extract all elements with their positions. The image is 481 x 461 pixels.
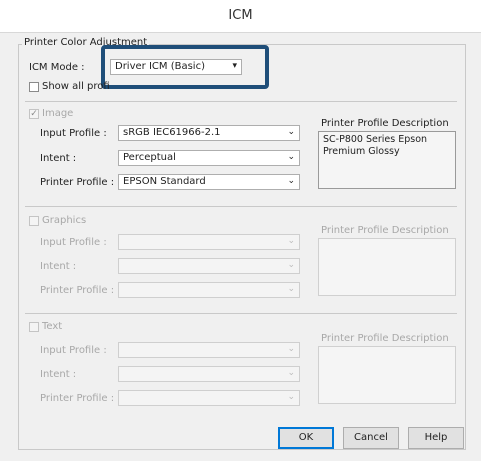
- divider: [25, 101, 457, 102]
- ok-button[interactable]: OK: [278, 427, 334, 449]
- text-checkbox[interactable]: [29, 322, 39, 332]
- graphics-intent-label: Intent :: [40, 261, 77, 272]
- chevron-down-icon: ▾: [232, 61, 237, 71]
- icm-mode-label: ICM Mode :: [29, 62, 85, 73]
- image-intent-select[interactable]: Perceptual ⌄: [118, 150, 300, 166]
- text-intent-label: Intent :: [40, 369, 77, 380]
- graphics-section-label: Graphics: [42, 215, 87, 226]
- image-profile-description-text: SC-P800 Series Epson Premium Glossy: [323, 134, 428, 157]
- printer-color-adjustment-label: Printer Color Adjustment: [22, 37, 150, 48]
- image-intent-value: Perceptual: [123, 152, 176, 163]
- image-input-profile-value: sRGB IEC61966-2.1: [123, 127, 221, 138]
- graphics-printer-profile-label: Printer Profile :: [40, 285, 115, 296]
- chevron-down-icon: ⌄: [287, 392, 295, 402]
- chevron-down-icon: ⌄: [287, 368, 295, 378]
- chevron-down-icon: ⌄: [287, 284, 295, 294]
- divider: [25, 313, 457, 314]
- graphics-profile-description-label: Printer Profile Description: [321, 225, 449, 236]
- image-printer-profile-label: Printer Profile :: [40, 177, 115, 188]
- graphics-input-profile-select[interactable]: ⌄: [118, 234, 300, 250]
- image-profile-description-box: SC-P800 Series Epson Premium Glossy: [318, 131, 456, 189]
- image-checkbox[interactable]: ✓: [29, 109, 39, 119]
- text-profile-description-box: [318, 346, 456, 404]
- image-input-profile-label: Input Profile :: [40, 128, 107, 139]
- chevron-down-icon: ⌄: [287, 344, 295, 354]
- show-all-profiles-label: Show all profi: [42, 81, 110, 92]
- image-section-label: Image: [42, 108, 74, 119]
- chevron-down-icon: ⌄: [287, 127, 295, 137]
- help-button[interactable]: Help: [408, 427, 464, 449]
- image-input-profile-select[interactable]: sRGB IEC61966-2.1 ⌄: [118, 125, 300, 141]
- window-title: ICM: [228, 8, 253, 23]
- image-printer-profile-select[interactable]: EPSON Standard ⌄: [118, 174, 300, 190]
- graphics-intent-select[interactable]: ⌄: [118, 258, 300, 274]
- text-input-profile-label: Input Profile :: [40, 345, 107, 356]
- chevron-down-icon: ⌄: [287, 152, 295, 162]
- title-bar: ICM: [0, 0, 481, 33]
- image-profile-description-label: Printer Profile Description: [321, 118, 449, 129]
- text-section-label: Text: [42, 321, 63, 332]
- graphics-profile-description-box: [318, 238, 456, 296]
- cancel-button[interactable]: Cancel: [343, 427, 399, 449]
- graphics-input-profile-label: Input Profile :: [40, 237, 107, 248]
- image-intent-label: Intent :: [40, 153, 77, 164]
- divider: [25, 206, 457, 207]
- text-profile-description-label: Printer Profile Description: [321, 333, 449, 344]
- chevron-down-icon: ⌄: [287, 176, 295, 186]
- graphics-printer-profile-select[interactable]: ⌄: [118, 282, 300, 298]
- text-printer-profile-label: Printer Profile :: [40, 393, 115, 404]
- graphics-checkbox[interactable]: [29, 216, 39, 226]
- image-printer-profile-value: EPSON Standard: [123, 176, 206, 187]
- text-input-profile-select[interactable]: ⌄: [118, 342, 300, 358]
- chevron-down-icon: ⌄: [287, 260, 295, 270]
- icm-mode-select[interactable]: Driver ICM (Basic) ▾: [110, 59, 242, 75]
- text-printer-profile-select[interactable]: ⌄: [118, 390, 300, 406]
- text-intent-select[interactable]: ⌄: [118, 366, 300, 382]
- chevron-down-icon: ⌄: [287, 236, 295, 246]
- icm-mode-value: Driver ICM (Basic): [115, 61, 205, 72]
- show-all-profiles-checkbox[interactable]: [29, 82, 39, 92]
